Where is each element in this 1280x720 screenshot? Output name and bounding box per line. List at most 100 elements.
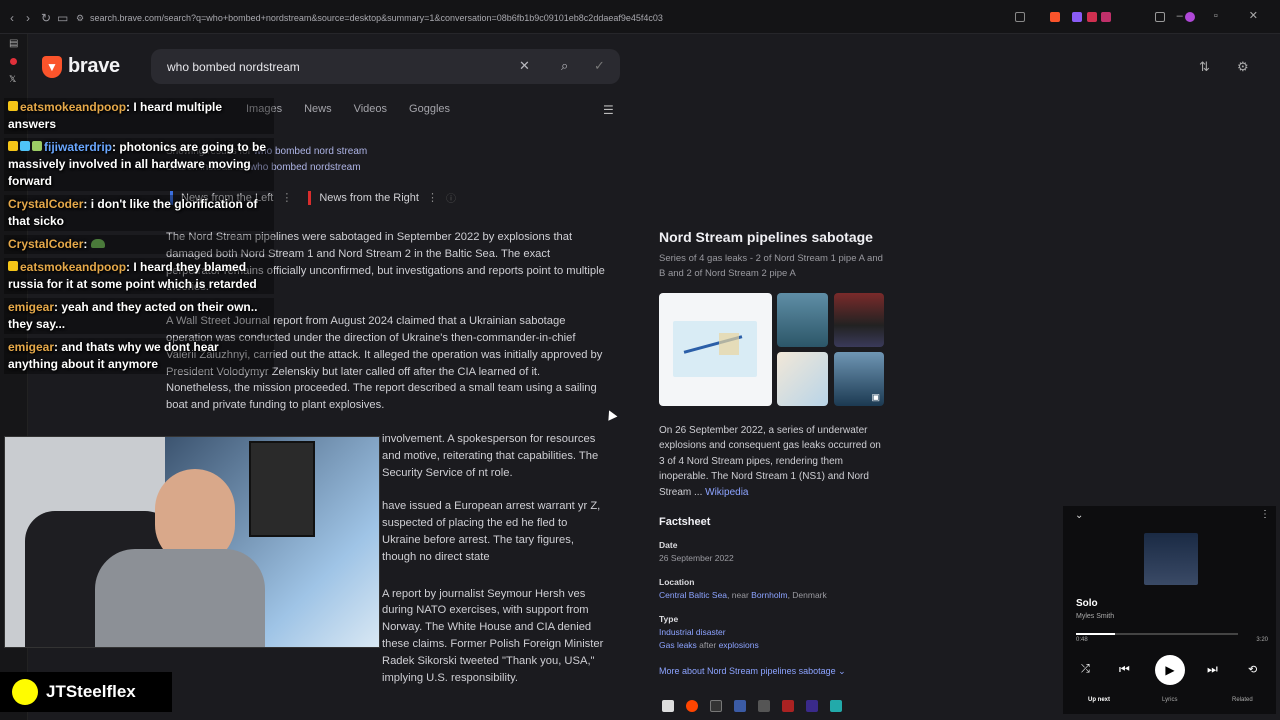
streamer-tag: JTSteelflex — [0, 672, 172, 712]
sea-photo[interactable]: ▣ — [834, 352, 884, 406]
chat-message: eatsmokeandpoop: I heard they blamed rus… — [4, 258, 274, 294]
news-source-icon[interactable] — [758, 700, 770, 712]
explosions-link[interactable]: explosions — [719, 640, 759, 650]
more-icon[interactable]: ⋮ — [427, 191, 438, 204]
wikipedia-link[interactable]: Wikipedia — [705, 487, 748, 498]
chat-message: emigear: yeah and they acted on their ow… — [4, 298, 274, 334]
search-input[interactable]: who bombed nordstream — [167, 60, 300, 74]
more-icon[interactable]: ⋮ — [1260, 509, 1270, 520]
search-tabs: Images News Videos Goggles — [246, 103, 450, 115]
more-icon[interactable]: ⋮ — [281, 191, 292, 204]
youtube-icon[interactable] — [10, 58, 17, 65]
location-value: Central Baltic Sea, near Bornholm, Denma… — [659, 590, 899, 600]
reload-icon[interactable]: ↻ — [41, 11, 51, 25]
shuffle-icon[interactable]: ⤮ — [1081, 663, 1090, 676]
badge-icon — [32, 141, 42, 151]
location-link[interactable]: Central Baltic Sea — [659, 590, 727, 600]
window-controls[interactable]: – ▫ ✕ — [1177, 9, 1272, 22]
tab-news[interactable]: News — [304, 103, 332, 115]
type-connector: after — [699, 640, 717, 650]
more-about-label: More about Nord Stream pipelines sabotag… — [659, 666, 836, 676]
x-extension-icon[interactable] — [1101, 12, 1111, 22]
chat-username: emigear — [8, 300, 55, 314]
person-body — [95, 549, 265, 647]
wikipedia-icon[interactable] — [662, 700, 674, 712]
site-info-icon[interactable]: ⚙ — [76, 13, 84, 24]
tab-videos[interactable]: Videos — [354, 103, 387, 115]
repeat-icon[interactable]: ⟲ — [1248, 663, 1257, 676]
type-value: Gas leaks after explosions — [659, 640, 899, 650]
address-bar[interactable]: search.brave.com/search?q=who+bombed+nor… — [90, 13, 663, 23]
video-thumbnail[interactable] — [834, 293, 884, 347]
track-title: Solo — [1076, 598, 1098, 609]
tab-goggles[interactable]: Goggles — [409, 103, 450, 115]
date-label: Date — [659, 540, 678, 550]
previous-icon[interactable]: ⏮ — [1119, 662, 1130, 677]
x-source-icon[interactable] — [710, 700, 722, 712]
bookmark-icon[interactable]: ▭ — [57, 11, 68, 25]
chat-message: fijiwaterdrip: photonics are going to be… — [4, 138, 274, 191]
customize-icon[interactable]: ⇅ — [1199, 59, 1210, 75]
news-source-icon[interactable] — [830, 700, 842, 712]
duration: 3:20 — [1256, 637, 1268, 643]
media-icon[interactable] — [1155, 12, 1165, 22]
track-artist: Myles Smith — [1076, 613, 1115, 620]
news-source-icon[interactable] — [782, 700, 794, 712]
brave-lion-icon: ▼ — [42, 55, 62, 78]
chat-message: CrystalCoder: i don't like the glorifica… — [4, 195, 274, 231]
chat-username: CrystalCoder — [8, 197, 84, 211]
knowledge-panel: Nord Stream pipelines sabotage Series of… — [659, 229, 889, 500]
chat-username: CrystalCoder — [8, 237, 84, 251]
next-icon[interactable]: ⏭ — [1207, 662, 1218, 677]
back-icon[interactable]: ‹ — [10, 11, 14, 25]
emote-icon — [90, 239, 105, 248]
pipeline-photo[interactable] — [777, 293, 828, 347]
gas-leaks-link[interactable]: Gas leaks — [659, 640, 697, 650]
chat-text: : — [83, 237, 88, 251]
snapchat-icon — [12, 679, 38, 705]
search-icon[interactable]: ⌕ — [561, 58, 568, 74]
map-image[interactable] — [659, 293, 772, 406]
x-icon[interactable]: 𝕏 — [9, 74, 16, 85]
chat-username: emigear — [8, 340, 55, 354]
brave-logo[interactable]: ▼ brave — [42, 55, 120, 78]
reddit-icon[interactable] — [686, 700, 698, 712]
forward-icon[interactable]: › — [26, 11, 30, 25]
stream-chat: eatsmokeandpoop: I heard multiple answer… — [4, 98, 274, 378]
chat-username: fijiwaterdrip — [44, 140, 113, 154]
bornholm-link[interactable]: Bornholm — [751, 590, 787, 600]
map-thumbnail[interactable] — [777, 352, 828, 406]
chevron-down-icon: ⌄ — [838, 666, 846, 676]
news-source-icon[interactable] — [806, 700, 818, 712]
streamer-name: JTSteelflex — [46, 682, 136, 701]
chat-username: eatsmokeandpoop — [20, 100, 127, 114]
source-icons — [662, 700, 842, 712]
info-icon[interactable]: ⓘ — [446, 190, 456, 205]
more-about-link[interactable]: More about Nord Stream pipelines sabotag… — [659, 666, 899, 677]
check-icon[interactable]: ✓ — [594, 58, 605, 74]
progress-track[interactable] — [1076, 633, 1238, 635]
kp-title[interactable]: Nord Stream pipelines sabotage — [659, 229, 889, 245]
type-value: Industrial disaster — [659, 627, 899, 637]
search-box[interactable]: who bombed nordstream ✕ ⌕ ✓ — [151, 49, 620, 84]
filters-icon[interactable]: ☰ — [603, 103, 614, 117]
progress-fill — [1076, 633, 1115, 635]
factsheet-title: Factsheet — [659, 516, 711, 528]
rewards-icon[interactable] — [1072, 12, 1082, 22]
play-button[interactable]: ▶ — [1155, 655, 1185, 685]
tab-related[interactable]: Related — [1232, 697, 1253, 703]
poster — [249, 441, 315, 537]
tab-up-next[interactable]: Up next — [1088, 697, 1110, 703]
settings-gear-icon[interactable]: ⚙ — [1237, 59, 1249, 75]
brave-shields-icon[interactable] — [1050, 12, 1060, 22]
collapse-icon[interactable]: ⌄ — [1075, 510, 1083, 521]
news-source-icon[interactable] — [734, 700, 746, 712]
extension-icon[interactable] — [1087, 12, 1097, 22]
clear-icon[interactable]: ✕ — [519, 58, 530, 74]
zoom-icon[interactable] — [1015, 12, 1025, 22]
type-link[interactable]: Industrial disaster — [659, 627, 726, 637]
sidebar-toggle-icon[interactable]: ▤ — [9, 38, 18, 49]
gallery-icon: ▣ — [871, 392, 880, 402]
news-right-button[interactable]: News from the Right ⋮ ⓘ — [308, 190, 456, 205]
tab-lyrics[interactable]: Lyrics — [1162, 697, 1177, 703]
